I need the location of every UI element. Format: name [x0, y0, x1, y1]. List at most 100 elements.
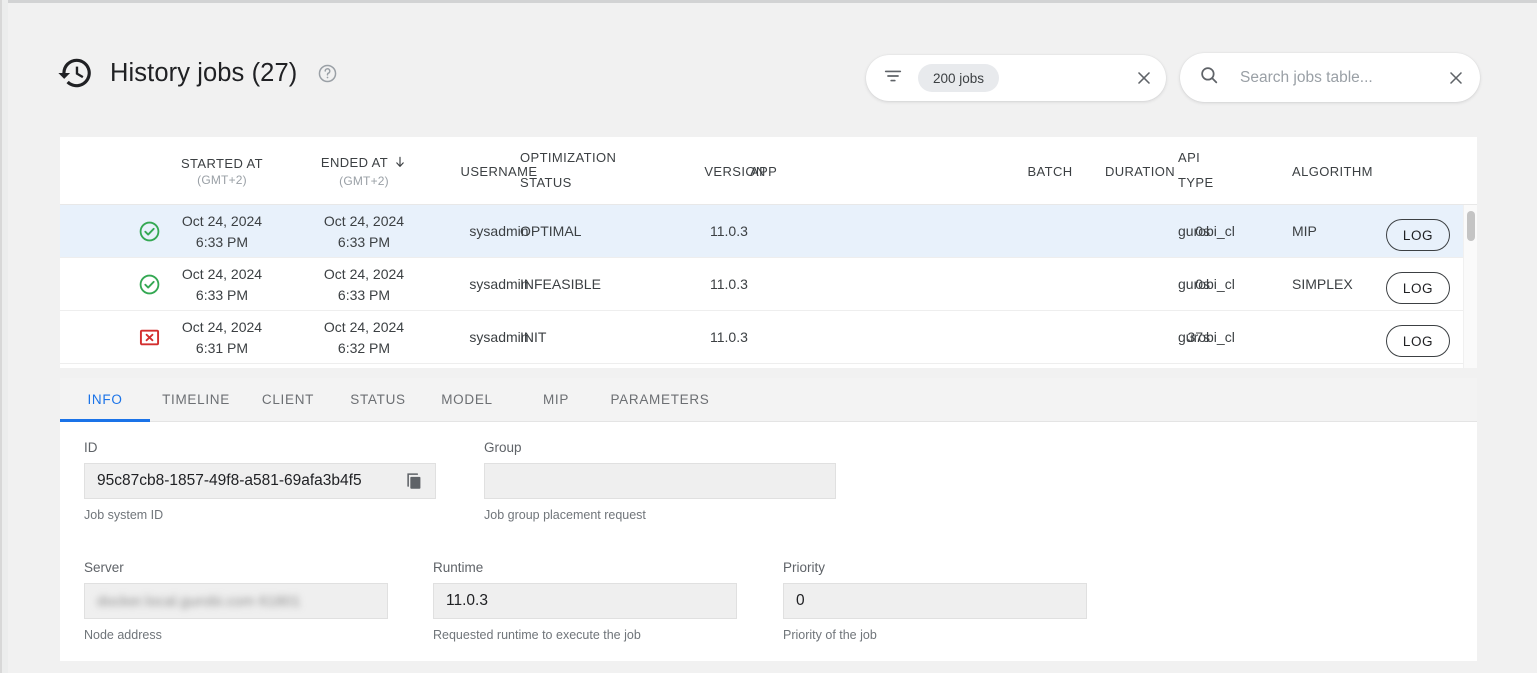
cell-api-type: gurobi_cl: [1178, 311, 1288, 364]
cell-ended-at: Oct 24, 2024 6:33 PM: [302, 258, 426, 311]
table-scrollbar[interactable]: [1463, 205, 1477, 368]
cell-optimization-status: INFEASIBLE: [520, 258, 690, 311]
filter-icon[interactable]: [882, 65, 904, 92]
table-scrollbar-thumb[interactable]: [1467, 211, 1475, 241]
ended-time: 6:33 PM: [302, 232, 426, 252]
started-date: Oct 24, 2024: [160, 317, 284, 337]
filter-bar[interactable]: 200 jobs: [866, 55, 1166, 101]
log-button[interactable]: LOG: [1386, 219, 1450, 251]
group-input[interactable]: [484, 463, 836, 499]
jobs-table: STARTED AT (GMT+2) ENDED AT (GMT+2) USER…: [60, 137, 1477, 368]
field-help-server: Node address: [84, 628, 388, 642]
column-header-api-type[interactable]: API TYPE: [1178, 137, 1268, 205]
field-help-group: Job group placement request: [484, 508, 836, 522]
tab-mip[interactable]: MIP: [512, 378, 600, 422]
priority-input[interactable]: 0: [783, 583, 1087, 619]
table-row[interactable]: Oct 24, 2024 6:33 PM Oct 24, 2024 6:33 P…: [60, 205, 1477, 258]
column-header-algorithm[interactable]: ALGORITHM: [1292, 137, 1442, 205]
column-label: APP: [750, 164, 777, 179]
column-sublabel: (GMT+2): [160, 173, 284, 187]
ended-date: Oct 24, 2024: [302, 317, 426, 337]
log-button[interactable]: LOG: [1386, 272, 1450, 304]
tab-status[interactable]: STATUS: [334, 378, 422, 422]
column-header-started-at[interactable]: STARTED AT (GMT+2): [160, 137, 284, 205]
search-input[interactable]: [1238, 68, 1446, 88]
table-header-row: STARTED AT (GMT+2) ENDED AT (GMT+2) USER…: [60, 137, 1477, 205]
cell-api-type: gurobi_cl: [1178, 205, 1288, 258]
column-label: ALGORITHM: [1292, 164, 1373, 179]
field-label-runtime: Runtime: [433, 560, 737, 575]
started-time: 6:31 PM: [160, 338, 284, 358]
filter-chip[interactable]: 200 jobs: [918, 64, 999, 92]
table-row[interactable]: Oct 24, 2024 6:31 PM Oct 24, 2024 6:32 P…: [60, 311, 1477, 364]
page-header: History jobs (27) 200 jobs: [56, 48, 1481, 110]
search-bar[interactable]: [1180, 53, 1480, 102]
field-help-priority: Priority of the job: [783, 628, 1087, 642]
history-icon: [56, 54, 94, 92]
cell-started-at: Oct 24, 2024 6:33 PM: [160, 205, 284, 258]
page-title: History jobs (27): [110, 59, 297, 88]
runtime-value: 11.0.3: [446, 592, 726, 610]
window-left-edge: [0, 0, 8, 673]
cell-started-at: Oct 24, 2024 6:33 PM: [160, 258, 284, 311]
cell-app: [750, 258, 860, 311]
field-label-group: Group: [484, 440, 836, 455]
field-id: ID 95c87cb8-1857-49f8-a581-69afa3b4f5 Jo…: [84, 440, 436, 522]
cell-ended-at: Oct 24, 2024 6:32 PM: [302, 311, 426, 364]
ended-date: Oct 24, 2024: [302, 211, 426, 231]
column-label-wrap: ENDED AT: [302, 155, 426, 172]
cell-api-type: gurobi_cl: [1178, 258, 1288, 311]
column-label: STARTED AT: [160, 156, 284, 171]
column-label-2: STATUS: [520, 171, 572, 196]
column-sublabel: (GMT+2): [302, 174, 426, 188]
id-value: 95c87cb8-1857-49f8-a581-69afa3b4f5: [97, 472, 403, 490]
tab-parameters[interactable]: PARAMETERS: [600, 378, 720, 422]
cell-optimization-status: INIT: [520, 311, 690, 364]
field-help-id: Job system ID: [84, 508, 436, 522]
id-input[interactable]: 95c87cb8-1857-49f8-a581-69afa3b4f5: [84, 463, 436, 499]
server-input[interactable]: docker.local.gurobi.com 61801: [84, 583, 388, 619]
field-help-runtime: Requested runtime to execute the job: [433, 628, 737, 642]
column-label: ENDED AT: [321, 155, 388, 170]
runtime-input[interactable]: 11.0.3: [433, 583, 737, 619]
filter-clear-icon[interactable]: [1134, 68, 1154, 88]
column-header-app[interactable]: APP: [750, 137, 860, 205]
ended-time: 6:32 PM: [302, 338, 426, 358]
field-label-priority: Priority: [783, 560, 1087, 575]
column-header-optimization-status[interactable]: OPTIMIZATION STATUS: [520, 137, 690, 205]
window-top-edge: [0, 0, 1537, 3]
field-server: Server docker.local.gurobi.com 61801 Nod…: [84, 560, 388, 642]
help-circle-icon[interactable]: [313, 63, 338, 84]
copy-icon[interactable]: [403, 470, 425, 492]
detail-tabs: INFO TIMELINE CLIENT STATUS MODEL MIP PA…: [60, 378, 1477, 422]
tab-client[interactable]: CLIENT: [242, 378, 334, 422]
column-header-ended-at[interactable]: ENDED AT (GMT+2): [302, 137, 426, 205]
field-priority: Priority 0 Priority of the job: [783, 560, 1087, 642]
search-clear-icon[interactable]: [1446, 68, 1466, 88]
app-root: History jobs (27) 200 jobs: [0, 0, 1537, 673]
column-label-2: TYPE: [1178, 171, 1214, 196]
started-date: Oct 24, 2024: [160, 211, 284, 231]
cell-ended-at: Oct 24, 2024 6:33 PM: [302, 205, 426, 258]
page-title-group: History jobs (27): [56, 54, 338, 92]
tab-info[interactable]: INFO: [60, 378, 150, 422]
ended-date: Oct 24, 2024: [302, 264, 426, 284]
tab-timeline[interactable]: TIMELINE: [150, 378, 242, 422]
sort-desc-arrow-icon: [393, 155, 407, 172]
cell-started-at: Oct 24, 2024 6:31 PM: [160, 311, 284, 364]
started-time: 6:33 PM: [160, 285, 284, 305]
cell-optimization-status: OPTIMAL: [520, 205, 690, 258]
priority-value: 0: [796, 592, 1076, 610]
field-runtime: Runtime 11.0.3 Requested runtime to exec…: [433, 560, 737, 642]
field-label-id: ID: [84, 440, 436, 455]
tab-model[interactable]: MODEL: [422, 378, 512, 422]
started-time: 6:33 PM: [160, 232, 284, 252]
column-label: API: [1178, 146, 1200, 171]
field-label-server: Server: [84, 560, 388, 575]
server-value: docker.local.gurobi.com 61801: [97, 593, 377, 610]
ended-time: 6:33 PM: [302, 285, 426, 305]
log-button[interactable]: LOG: [1386, 325, 1450, 357]
cell-app: [750, 311, 860, 364]
column-label: OPTIMIZATION: [520, 146, 616, 171]
table-row[interactable]: Oct 24, 2024 6:33 PM Oct 24, 2024 6:33 P…: [60, 258, 1477, 311]
